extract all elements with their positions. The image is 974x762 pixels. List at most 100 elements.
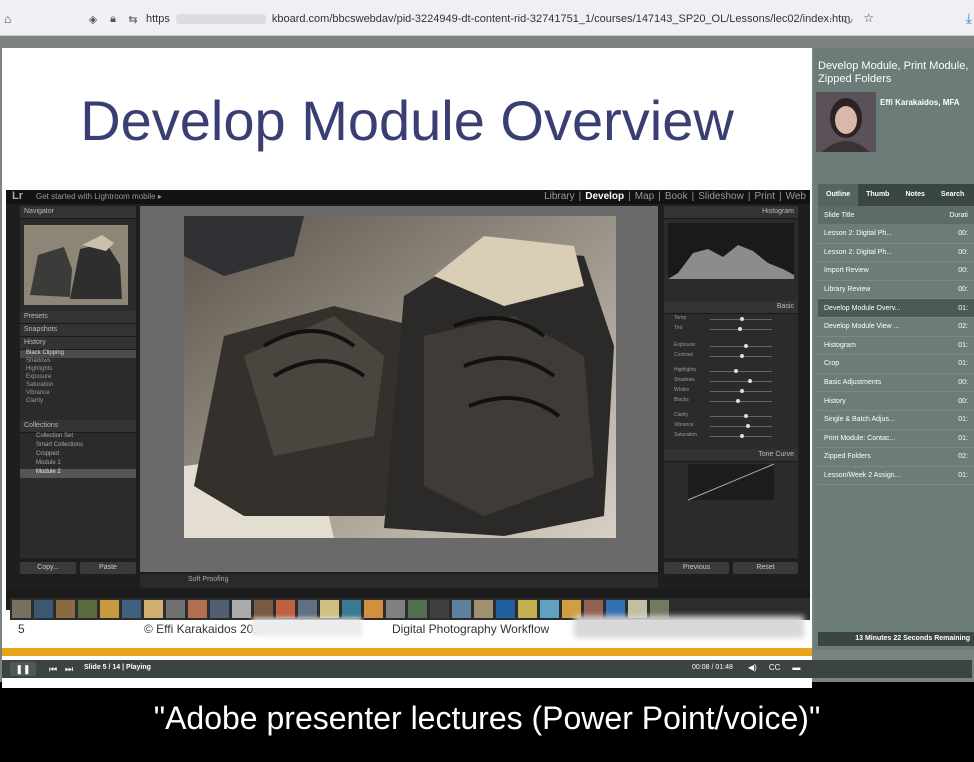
slider-label: Temp xyxy=(674,315,687,321)
presenter-player: Develop Module Overview Lr Get started w… xyxy=(0,36,974,688)
outline-row-current[interactable]: Develop Module Overv... 01: xyxy=(818,299,974,318)
history-item: Clarity xyxy=(26,398,44,404)
lightroom-screenshot: Lr Get started with Lightroom mobile ▸ L… xyxy=(6,190,810,620)
outline-row-duration: 00: xyxy=(958,248,968,256)
navigator-header: Navigator xyxy=(20,206,136,219)
outline-row-title: Develop Module View ... xyxy=(824,323,900,331)
browser-toolbar: ⌂ ◈ 🔒︎ ⇆ https kboard.com/bbcswebdav/pid… xyxy=(0,0,974,36)
slider-label: Vibrance xyxy=(674,422,694,428)
outline-row[interactable]: Lesson 2: Digital Ph... 00: xyxy=(818,244,974,263)
url-text: kboard.com/bbcswebdav/pid-3224949-dt-con… xyxy=(271,13,851,25)
outline-row[interactable]: Import Review 00: xyxy=(818,262,974,281)
outline-row[interactable]: History 00: xyxy=(818,392,974,411)
outline-row[interactable]: Histogram 01: xyxy=(818,337,974,356)
toolbar-icons: ··· ◡ ☆ xyxy=(821,11,874,25)
outline-row[interactable]: Zipped Folders 02: xyxy=(818,448,974,467)
tab-thumb[interactable]: Thumb xyxy=(858,184,897,206)
lr-right-buttons: Previous Reset xyxy=(664,562,798,574)
lightroom-topbar: Lr Get started with Lightroom mobile ▸ L… xyxy=(6,190,810,204)
outline-row-title: Zipped Folders xyxy=(824,453,871,461)
outline-row-title: Lesson 2: Digital Ph... xyxy=(824,248,893,256)
soft-proofing-label: Soft Proofing xyxy=(188,576,229,583)
filmstrip-header xyxy=(6,590,810,598)
slider-temp: Temp xyxy=(670,315,792,324)
outline-row-title: History xyxy=(824,397,846,405)
outline-row-duration: 01: xyxy=(958,472,968,480)
previous-button: Previous xyxy=(664,562,729,574)
module-map: Map xyxy=(634,191,655,202)
permissions-icon[interactable]: ⇆ xyxy=(126,12,140,26)
home-icon[interactable]: ⌂ xyxy=(4,12,11,26)
tab-notes[interactable]: Notes xyxy=(897,184,932,206)
reset-button: Reset xyxy=(733,562,798,574)
outline-row-title: Import Review xyxy=(824,267,869,275)
outline-row[interactable]: Single & Batch Adjus... 01: xyxy=(818,411,974,430)
pause-button[interactable]: ❚❚ xyxy=(10,662,36,676)
presets-header: Presets xyxy=(20,311,136,324)
slide-copyright: © Effi Karakaidos 201 xyxy=(144,622,261,636)
outline-row[interactable]: Library Review 00: xyxy=(818,281,974,300)
tab-search[interactable]: Search xyxy=(933,184,972,206)
history-item: Black Clipping xyxy=(20,350,136,358)
lightroom-right-panel: Histogram Basic Temp Tint Exposure Contr… xyxy=(664,206,798,558)
sidebar-toggle-icon[interactable]: ▬ xyxy=(792,663,800,672)
outline-row[interactable]: Crop 01: xyxy=(818,355,974,374)
outline-row[interactable]: Basic Adjustments 00: xyxy=(818,374,974,393)
slider-whites: Whites xyxy=(670,387,792,396)
next-slide-button[interactable]: ⏭ xyxy=(62,662,76,676)
outline-row-duration: 02: xyxy=(958,453,968,461)
outline-row-duration: 00: xyxy=(958,230,968,238)
histogram-shape xyxy=(668,245,794,279)
slider-label: Shadows xyxy=(674,377,695,383)
more-icon[interactable]: ··· xyxy=(821,11,833,25)
outline-row-duration: 00: xyxy=(958,397,968,405)
shield-icon[interactable]: ◈ xyxy=(86,12,100,26)
outline-row[interactable]: Develop Module View ... 02: xyxy=(818,318,974,337)
outline-row[interactable]: Lesson 2: Digital Ph... 00: xyxy=(818,225,974,244)
bookmark-star-icon[interactable]: ☆ xyxy=(863,11,874,25)
volume-icon[interactable]: ◀) xyxy=(748,663,757,672)
download-icon[interactable]: ⤓ xyxy=(966,10,972,27)
module-book: Book xyxy=(664,191,688,202)
basic-header: Basic xyxy=(664,301,798,314)
slider-label: Tint xyxy=(674,325,683,331)
outline-row-title: Histogram xyxy=(824,341,856,349)
slide-canvas: Develop Module Overview Lr Get started w… xyxy=(2,48,812,688)
navigator-thumbnail xyxy=(24,225,128,305)
outline-row-duration: 02: xyxy=(958,323,968,331)
address-bar[interactable]: ◈ 🔒︎ ⇆ https kboard.com/bbcswebdav/pid-3… xyxy=(86,8,886,30)
tab-outline[interactable]: Outline xyxy=(818,184,859,206)
outline-row-duration: 01: xyxy=(958,341,968,349)
slide-number: 5 xyxy=(18,622,25,636)
paste-settings-button: Paste xyxy=(80,562,136,574)
pocket-icon[interactable]: ◡ xyxy=(843,11,853,25)
lock-icon[interactable]: 🔒︎ xyxy=(106,12,120,26)
lr-left-buttons: Copy... Paste xyxy=(20,562,136,574)
collections-header: Collections xyxy=(20,420,136,433)
snapshots-header: Snapshots xyxy=(20,324,136,337)
outline-row[interactable]: Print Module: Contac... 01: xyxy=(818,430,974,449)
slider-label: Clarity xyxy=(674,412,689,418)
playback-time: 00:08 / 01:48 xyxy=(692,664,733,671)
tone-curve-graph xyxy=(687,463,775,501)
slider-label: Contrast xyxy=(674,352,693,358)
closed-captions-button[interactable]: CC xyxy=(769,663,781,672)
slider-shadows: Shadows xyxy=(670,377,792,386)
outline-row-title: Print Module: Contac... xyxy=(824,434,896,442)
module-print: Print xyxy=(754,191,775,202)
outline-row-title: Lesson 2: Digital Ph... xyxy=(824,230,893,238)
collection-item: Smart Collections xyxy=(36,442,84,448)
caption-text: "Adobe presenter lectures (Power Point/v… xyxy=(153,700,821,736)
outline-row-duration: 00: xyxy=(958,379,968,387)
previous-slide-button[interactable]: ⏮ xyxy=(46,662,60,676)
slider-label: Whites xyxy=(674,387,690,393)
copy-settings-button: Copy... xyxy=(20,562,76,574)
outline-row[interactable]: Lesson/Week 2 Assign... 01: xyxy=(818,467,974,486)
outline-row-duration: 01: xyxy=(958,416,968,424)
module-develop: Develop xyxy=(585,191,625,202)
slider-tint: Tint xyxy=(670,325,792,334)
history-item: Saturation xyxy=(26,382,54,388)
outline-row-title: Crop xyxy=(824,360,840,368)
history-item: Vibrance xyxy=(26,390,50,396)
url-prefix: https xyxy=(146,13,170,25)
